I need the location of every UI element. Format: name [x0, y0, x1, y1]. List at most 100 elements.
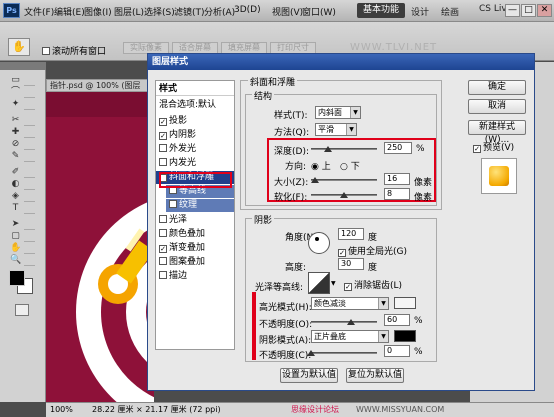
path-select-alt-tool-icon[interactable] — [24, 219, 35, 230]
style-item-checkbox[interactable] — [159, 271, 167, 279]
crop-tool-icon[interactable]: ✂ — [10, 115, 21, 126]
altitude-input[interactable]: 30 — [338, 258, 364, 270]
gloss-contour-picker[interactable] — [308, 272, 330, 294]
quick-mask-icon[interactable] — [15, 304, 29, 316]
style-item-7[interactable]: 光泽 — [156, 214, 234, 227]
path-select-tool-icon[interactable]: ➤ — [10, 219, 21, 230]
bevel-style-select[interactable]: 内斜面 ▼ — [315, 106, 361, 119]
size-input[interactable]: 16 — [384, 173, 410, 185]
workspace-painting[interactable]: 绘画 — [441, 5, 459, 18]
anti-aliased-checkbox[interactable]: ✓ 消除锯齿(L) — [344, 278, 402, 291]
style-item-checkbox[interactable] — [159, 144, 167, 152]
angle-dial[interactable] — [308, 232, 330, 254]
menu-view[interactable]: 视图(V) — [272, 5, 303, 18]
direction-down-radio[interactable]: ○ 下 — [340, 159, 360, 172]
brush-tool-icon[interactable]: ✎ — [10, 151, 21, 162]
menu-image[interactable]: 图像(I) — [84, 5, 112, 18]
new-style-button[interactable]: 新建样式(W)... — [468, 120, 526, 145]
make-default-button[interactable]: 设置为默认值 — [280, 368, 338, 383]
lasso-tool-icon[interactable]: ⌒ — [10, 87, 21, 98]
menu-layer[interactable]: 图层(L) — [114, 5, 144, 18]
angle-input[interactable]: 120 — [338, 228, 364, 240]
history-brush-tool-icon[interactable]: ◐ — [10, 179, 21, 190]
style-item-9[interactable]: ✓ 渐变叠加 — [156, 242, 234, 255]
depth-slider-thumb[interactable] — [323, 146, 332, 152]
maximize-icon[interactable]: □ — [521, 4, 536, 17]
eyedropper-alt-tool-icon[interactable] — [24, 127, 35, 138]
marquee-alt-tool-icon[interactable] — [24, 75, 35, 86]
menu-analysis[interactable]: 分析(A) — [204, 5, 235, 18]
bevel-method-select[interactable]: 平滑 ▼ — [315, 123, 357, 136]
style-item-checkbox[interactable] — [159, 158, 167, 166]
menu-filter[interactable]: 滤镜(T) — [174, 5, 205, 18]
ok-button[interactable]: 确定 — [468, 80, 526, 95]
lasso-alt-tool-icon[interactable] — [24, 87, 35, 98]
depth-input[interactable]: 250 — [384, 142, 412, 154]
menu-edit[interactable]: 编辑(E) — [54, 5, 85, 18]
workspace-essentials-button[interactable]: 基本功能 — [357, 3, 405, 18]
highlight-opacity-input[interactable]: 60 — [384, 314, 410, 326]
shape-tool-icon[interactable]: ▢ — [10, 231, 21, 242]
history-brush-alt-tool-icon[interactable] — [24, 179, 35, 190]
hand-tool-icon[interactable]: ✋ — [10, 243, 21, 254]
size-slider-track[interactable] — [311, 179, 377, 181]
document-canvas[interactable] — [46, 92, 154, 402]
shadow-mode-select[interactable]: 正片叠底 ▼ — [311, 330, 389, 343]
highlight-opacity-slider-thumb[interactable] — [346, 319, 355, 325]
scroll-all-windows-checkbox[interactable]: 滚动所有窗口 — [42, 44, 106, 57]
style-item-checkbox[interactable] — [159, 229, 167, 237]
type-tool-icon[interactable]: T — [10, 203, 21, 214]
global-light-checkbox[interactable]: ✓ 使用全局光(G) — [338, 244, 407, 257]
eraser-tool-icon[interactable]: ◈ — [10, 191, 21, 202]
style-item-checkbox[interactable]: ✓ — [159, 118, 167, 126]
highlight-mode-select[interactable]: 颜色减淡 ▼ — [311, 297, 389, 310]
zoom-tool-icon[interactable]: 🔍 — [10, 255, 21, 266]
style-item-checkbox[interactable]: ✓ — [159, 245, 167, 253]
soften-input[interactable]: 8 — [384, 188, 410, 200]
style-item-checkbox[interactable] — [169, 200, 177, 208]
style-item-3[interactable]: 内发光 — [156, 157, 234, 170]
zoom-alt-tool-icon[interactable] — [24, 255, 35, 266]
menu-window[interactable]: 窗口(W) — [302, 5, 336, 18]
blending-options-item[interactable]: 混合选项:默认 — [156, 99, 234, 112]
styles-header[interactable]: 样式 — [156, 83, 234, 96]
foreground-color-swatch-top[interactable] — [9, 270, 25, 286]
style-item-checkbox[interactable] — [159, 215, 167, 223]
stamp-tool-icon[interactable]: ✐ — [10, 167, 21, 178]
eraser-alt-tool-icon[interactable] — [24, 191, 35, 202]
highlight-color-swatch[interactable] — [394, 297, 416, 309]
shadow-color-swatch[interactable] — [394, 330, 416, 342]
crop-alt-tool-icon[interactable] — [24, 115, 35, 126]
gloss-contour-dropdown-icon[interactable]: ▼ — [331, 280, 336, 287]
hand-tool-preset-icon[interactable]: ✋ — [8, 38, 30, 56]
style-item-checkbox[interactable] — [159, 257, 167, 265]
eyedropper-tool-icon[interactable]: ✚ — [10, 127, 21, 138]
reset-default-button[interactable]: 复位为默认值 — [346, 368, 404, 383]
soften-slider-thumb[interactable] — [340, 192, 348, 198]
marquee-tool-icon[interactable]: ▭ — [10, 75, 21, 86]
style-item-6[interactable]: 纹理 — [166, 199, 234, 212]
document-tab[interactable]: 指针.psd @ 100% (图层 — [46, 79, 154, 92]
stamp-alt-tool-icon[interactable] — [24, 167, 35, 178]
size-slider-thumb[interactable] — [311, 177, 320, 183]
zoom-level[interactable]: 100% — [50, 403, 73, 417]
type-alt-tool-icon[interactable] — [24, 203, 35, 214]
quick-select-tool-icon[interactable]: ✦ — [10, 99, 21, 110]
depth-slider-track[interactable] — [311, 148, 377, 150]
style-item-0[interactable]: ✓ 投影 — [156, 115, 234, 128]
quick-select-alt-tool-icon[interactable] — [24, 99, 35, 110]
close-icon[interactable]: ✕ — [537, 4, 552, 17]
style-item-2[interactable]: 外发光 — [156, 143, 234, 156]
shadow-opacity-slider-thumb[interactable] — [307, 350, 315, 356]
brush-alt-tool-icon[interactable] — [24, 151, 35, 162]
heal-tool-icon[interactable]: ⊘ — [10, 139, 21, 150]
preview-checkbox[interactable]: ✓ 预览(V) — [473, 140, 514, 153]
shadow-opacity-slider-track[interactable] — [311, 352, 377, 354]
highlight-opacity-slider-track[interactable] — [311, 321, 377, 323]
direction-up-radio[interactable]: ◉ 上 — [311, 159, 331, 172]
shape-alt-tool-icon[interactable] — [24, 231, 35, 242]
hand-alt-tool-icon[interactable] — [24, 243, 35, 254]
style-item-checkbox[interactable]: ✓ — [159, 132, 167, 140]
menu-3d[interactable]: 3D(D) — [234, 5, 261, 15]
workspace-design[interactable]: 设计 — [411, 5, 429, 18]
